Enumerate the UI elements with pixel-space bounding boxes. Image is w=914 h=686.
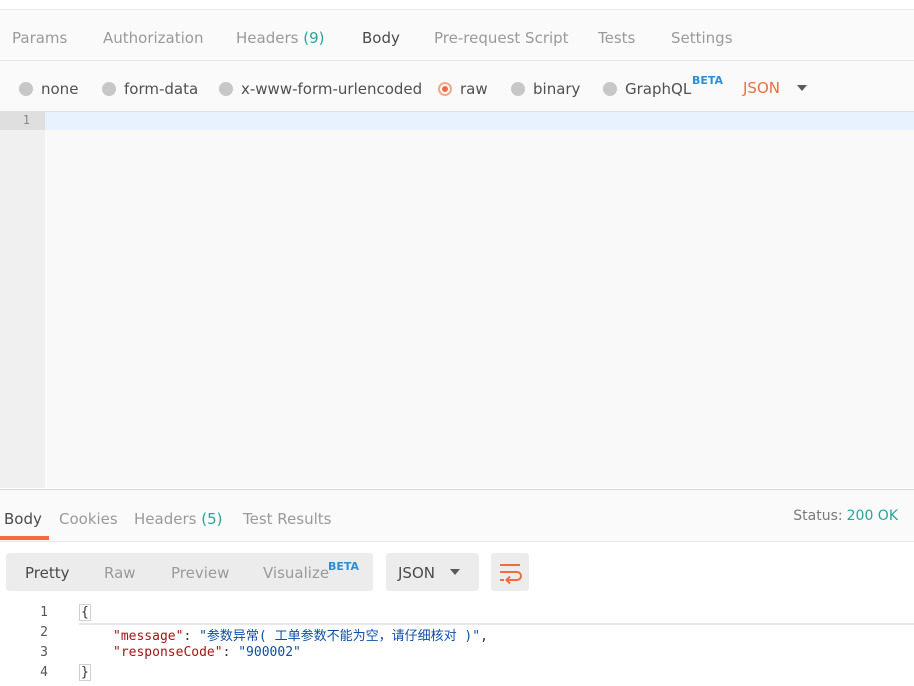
radio-circle-icon bbox=[219, 82, 233, 96]
tab-authorization[interactable]: Authorization bbox=[103, 29, 203, 47]
radio-binary[interactable]: binary bbox=[511, 80, 580, 98]
radio-urlencoded-label: x-www-form-urlencoded bbox=[241, 80, 423, 98]
json-sep: : bbox=[222, 645, 239, 660]
radio-raw-label: raw bbox=[460, 80, 488, 98]
json-key: "responseCode" bbox=[113, 645, 223, 660]
json-value: "900002" bbox=[238, 645, 301, 660]
view-raw[interactable]: Raw bbox=[104, 564, 136, 582]
radio-binary-label: binary bbox=[533, 80, 581, 98]
view-preview[interactable]: Preview bbox=[171, 564, 229, 582]
window-top-strip bbox=[0, 0, 914, 10]
tab-headers-label: Headers bbox=[236, 29, 299, 47]
editor-gutter bbox=[0, 112, 45, 488]
radio-raw[interactable]: raw bbox=[438, 80, 488, 98]
response-tab-cookies[interactable]: Cookies bbox=[59, 510, 118, 528]
chevron-down-icon bbox=[450, 569, 460, 575]
json-sep: : bbox=[183, 629, 200, 644]
code-line-2: "message": "参数异常( 工单参数不能为空，请仔细核对 )", bbox=[113, 625, 488, 644]
radio-form-data[interactable]: form-data bbox=[102, 80, 198, 98]
line-number: 3 bbox=[40, 645, 48, 660]
visualize-beta-badge: BETA bbox=[328, 560, 360, 573]
response-tab-bar: Body Cookies Headers (5) Test Results St… bbox=[0, 489, 914, 542]
response-status: Status: 200 OK bbox=[793, 508, 898, 524]
raw-language-select[interactable]: JSON bbox=[743, 79, 780, 97]
tab-body[interactable]: Body bbox=[362, 29, 400, 47]
tab-settings[interactable]: Settings bbox=[671, 29, 733, 47]
radio-circle-icon bbox=[511, 82, 525, 96]
status-label: Status: bbox=[793, 508, 843, 524]
radio-form-data-label: form-data bbox=[124, 80, 199, 98]
editor-active-line[interactable] bbox=[45, 112, 914, 130]
radio-none-label: none bbox=[41, 80, 79, 98]
view-visualize[interactable]: Visualize bbox=[263, 564, 329, 582]
code-line-3: "responseCode": "900002" bbox=[113, 645, 301, 660]
json-key: "message" bbox=[113, 629, 184, 644]
view-mode-bar: Pretty Raw Preview Visualize BETA bbox=[6, 553, 373, 591]
wrap-lines-icon bbox=[500, 564, 522, 585]
response-tab-body[interactable]: Body bbox=[4, 510, 42, 528]
response-body-viewer[interactable]: 1 2 3 4 { "message": "参数异常( 工单参数不能为空，请仔细… bbox=[0, 603, 914, 686]
radio-none[interactable]: none bbox=[19, 80, 78, 98]
tab-tests[interactable]: Tests bbox=[598, 29, 635, 47]
response-tab-headers[interactable]: Headers (5) bbox=[134, 510, 222, 528]
view-pretty[interactable]: Pretty bbox=[25, 564, 70, 582]
line-number: 2 bbox=[40, 625, 48, 640]
code-line-4: } bbox=[79, 664, 91, 681]
json-value: "参数异常( 工单参数不能为空，请仔细核对 )" bbox=[199, 629, 481, 644]
line-number: 4 bbox=[40, 665, 48, 680]
response-tab-test-results[interactable]: Test Results bbox=[243, 510, 331, 528]
tab-pre-request-script[interactable]: Pre-request Script bbox=[434, 29, 569, 47]
json-comma: , bbox=[480, 629, 488, 644]
response-headers-count: (5) bbox=[201, 510, 223, 528]
graphql-beta-badge: BETA bbox=[692, 74, 724, 87]
chevron-down-icon[interactable] bbox=[797, 85, 807, 91]
radio-circle-icon bbox=[102, 82, 116, 96]
request-body-editor[interactable]: 1 bbox=[0, 112, 914, 488]
wrap-lines-button[interactable] bbox=[491, 553, 529, 591]
request-tab-bar: Params Authorization Headers (9) Body Pr… bbox=[0, 10, 914, 69]
radio-x-www-form-urlencoded[interactable]: x-www-form-urlencoded bbox=[219, 80, 422, 98]
code-line-1: { bbox=[79, 604, 91, 621]
radio-graphql[interactable]: GraphQL bbox=[603, 80, 691, 98]
line-number: 1 bbox=[40, 605, 48, 620]
response-format-select[interactable]: JSON bbox=[386, 553, 479, 591]
tab-headers[interactable]: Headers (9) bbox=[236, 29, 324, 47]
response-headers-label: Headers bbox=[134, 510, 197, 528]
radio-selected-icon bbox=[438, 82, 452, 96]
line-number: 1 bbox=[22, 113, 30, 127]
tab-headers-count: (9) bbox=[303, 29, 325, 47]
status-value[interactable]: 200 OK bbox=[847, 508, 898, 524]
tab-params[interactable]: Params bbox=[12, 29, 67, 47]
active-line-highlight bbox=[79, 603, 914, 625]
radio-circle-icon bbox=[603, 82, 617, 96]
radio-circle-icon bbox=[19, 82, 33, 96]
response-active-tab-indicator bbox=[0, 536, 49, 540]
response-format-label: JSON bbox=[398, 564, 435, 582]
radio-graphql-label: GraphQL bbox=[625, 80, 692, 98]
